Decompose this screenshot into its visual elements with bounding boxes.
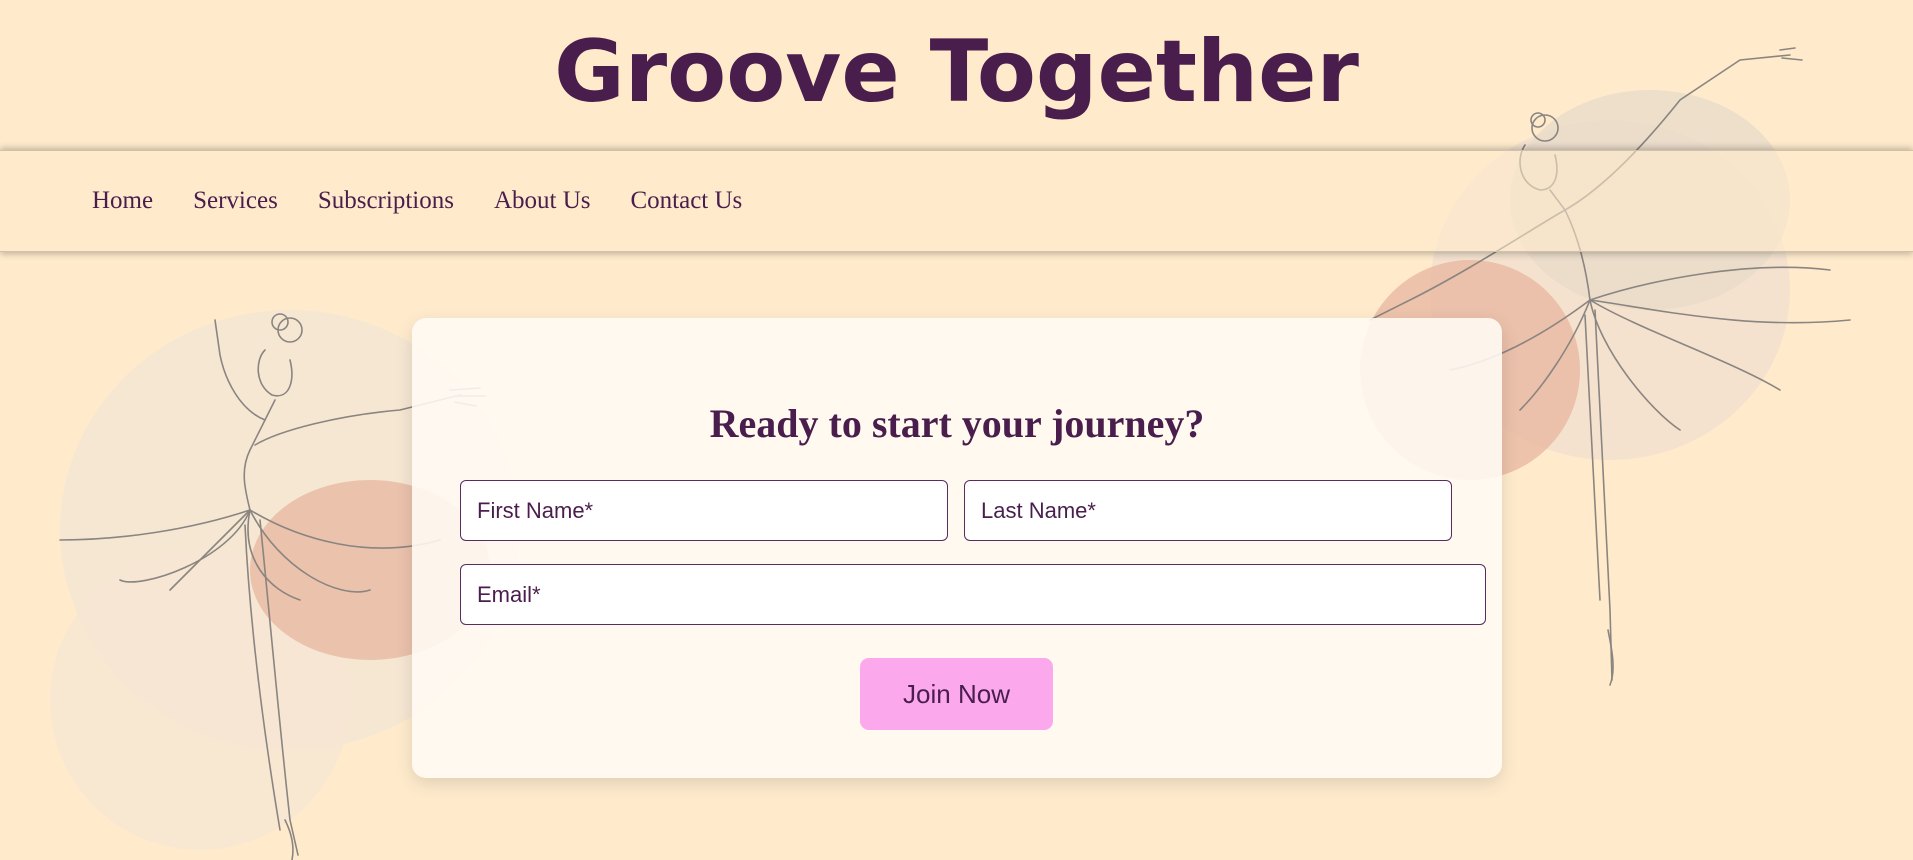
page: Groove Together Home Services Subscripti… xyxy=(0,0,1913,860)
nav-item-home[interactable]: Home xyxy=(92,187,153,214)
signup-card: Ready to start your journey? Join Now xyxy=(412,318,1502,778)
nav-list: Home Services Subscriptions About Us Con… xyxy=(0,151,1913,251)
site-header: Groove Together xyxy=(0,0,1913,148)
main-nav: Home Services Subscriptions About Us Con… xyxy=(0,150,1913,252)
signup-heading: Ready to start your journey? xyxy=(709,401,1205,446)
beige-wash-blob xyxy=(50,550,350,850)
last-name-field[interactable] xyxy=(964,480,1452,541)
nav-item-about-us[interactable]: About Us xyxy=(494,187,591,214)
email-field[interactable] xyxy=(460,564,1486,625)
first-name-field[interactable] xyxy=(460,480,948,541)
nav-item-services[interactable]: Services xyxy=(193,187,278,214)
nav-item-contact-us[interactable]: Contact Us xyxy=(630,187,742,214)
nav-item-subscriptions[interactable]: Subscriptions xyxy=(318,187,454,214)
site-title: Groove Together xyxy=(554,22,1359,122)
join-now-button[interactable]: Join Now xyxy=(860,658,1053,730)
